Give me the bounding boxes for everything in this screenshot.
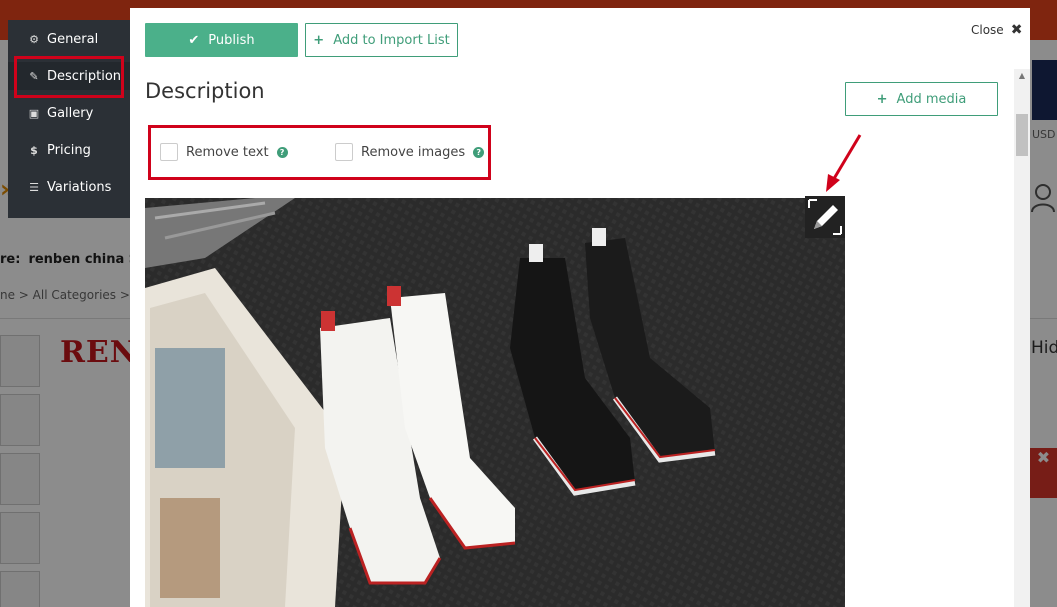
add-to-import-list-button[interactable]: + Add to Import List [305,23,458,57]
sidebar-item-description[interactable]: ✎ Description [8,62,132,90]
plus-icon: + [313,32,325,48]
publish-button[interactable]: ✔ Publish [145,23,298,57]
sidebar-item-general[interactable]: ⚙ General [8,25,132,53]
close-button[interactable]: Close ✖ [971,22,1022,38]
remove-images-checkbox[interactable] [335,143,353,161]
plus-icon: + [876,91,888,107]
list-icon: ☰ [29,180,39,194]
close-icon: ✖ [1010,22,1023,38]
sidebar-item-variations[interactable]: ☰ Variations [8,173,132,201]
help-icon[interactable]: ? [473,146,485,158]
editor-sidebar: ⚙ General ✎ Description ▣ Gallery $ Pric… [8,20,132,218]
sneakers-photo [145,198,845,607]
page-title: Description [145,79,265,103]
image-icon: ▣ [28,106,40,120]
sidebar-item-pricing[interactable]: $ Pricing [8,136,132,164]
annotation-arrow [826,134,862,192]
remove-text-checkbox[interactable] [160,143,178,161]
check-icon: ✔ [188,32,200,48]
edit-image-button[interactable] [805,196,845,238]
gear-icon: ⚙ [29,32,39,46]
help-icon[interactable]: ? [276,146,288,158]
product-editor-modal: ✔ Publish + Add to Import List Close ✖ D… [130,8,1030,607]
pencil-icon [805,196,845,238]
remove-images-option[interactable]: Remove images ? [335,143,485,161]
description-image[interactable] [145,198,845,607]
add-media-button[interactable]: + Add media [845,82,998,116]
scroll-up-arrow[interactable]: ▲ [1014,69,1030,83]
pencil-icon: ✎ [29,69,39,83]
scrollbar-thumb[interactable] [1016,114,1028,156]
remove-text-option[interactable]: Remove text ? [160,143,288,161]
dollar-icon: $ [30,143,38,157]
sidebar-item-gallery[interactable]: ▣ Gallery [8,99,132,127]
